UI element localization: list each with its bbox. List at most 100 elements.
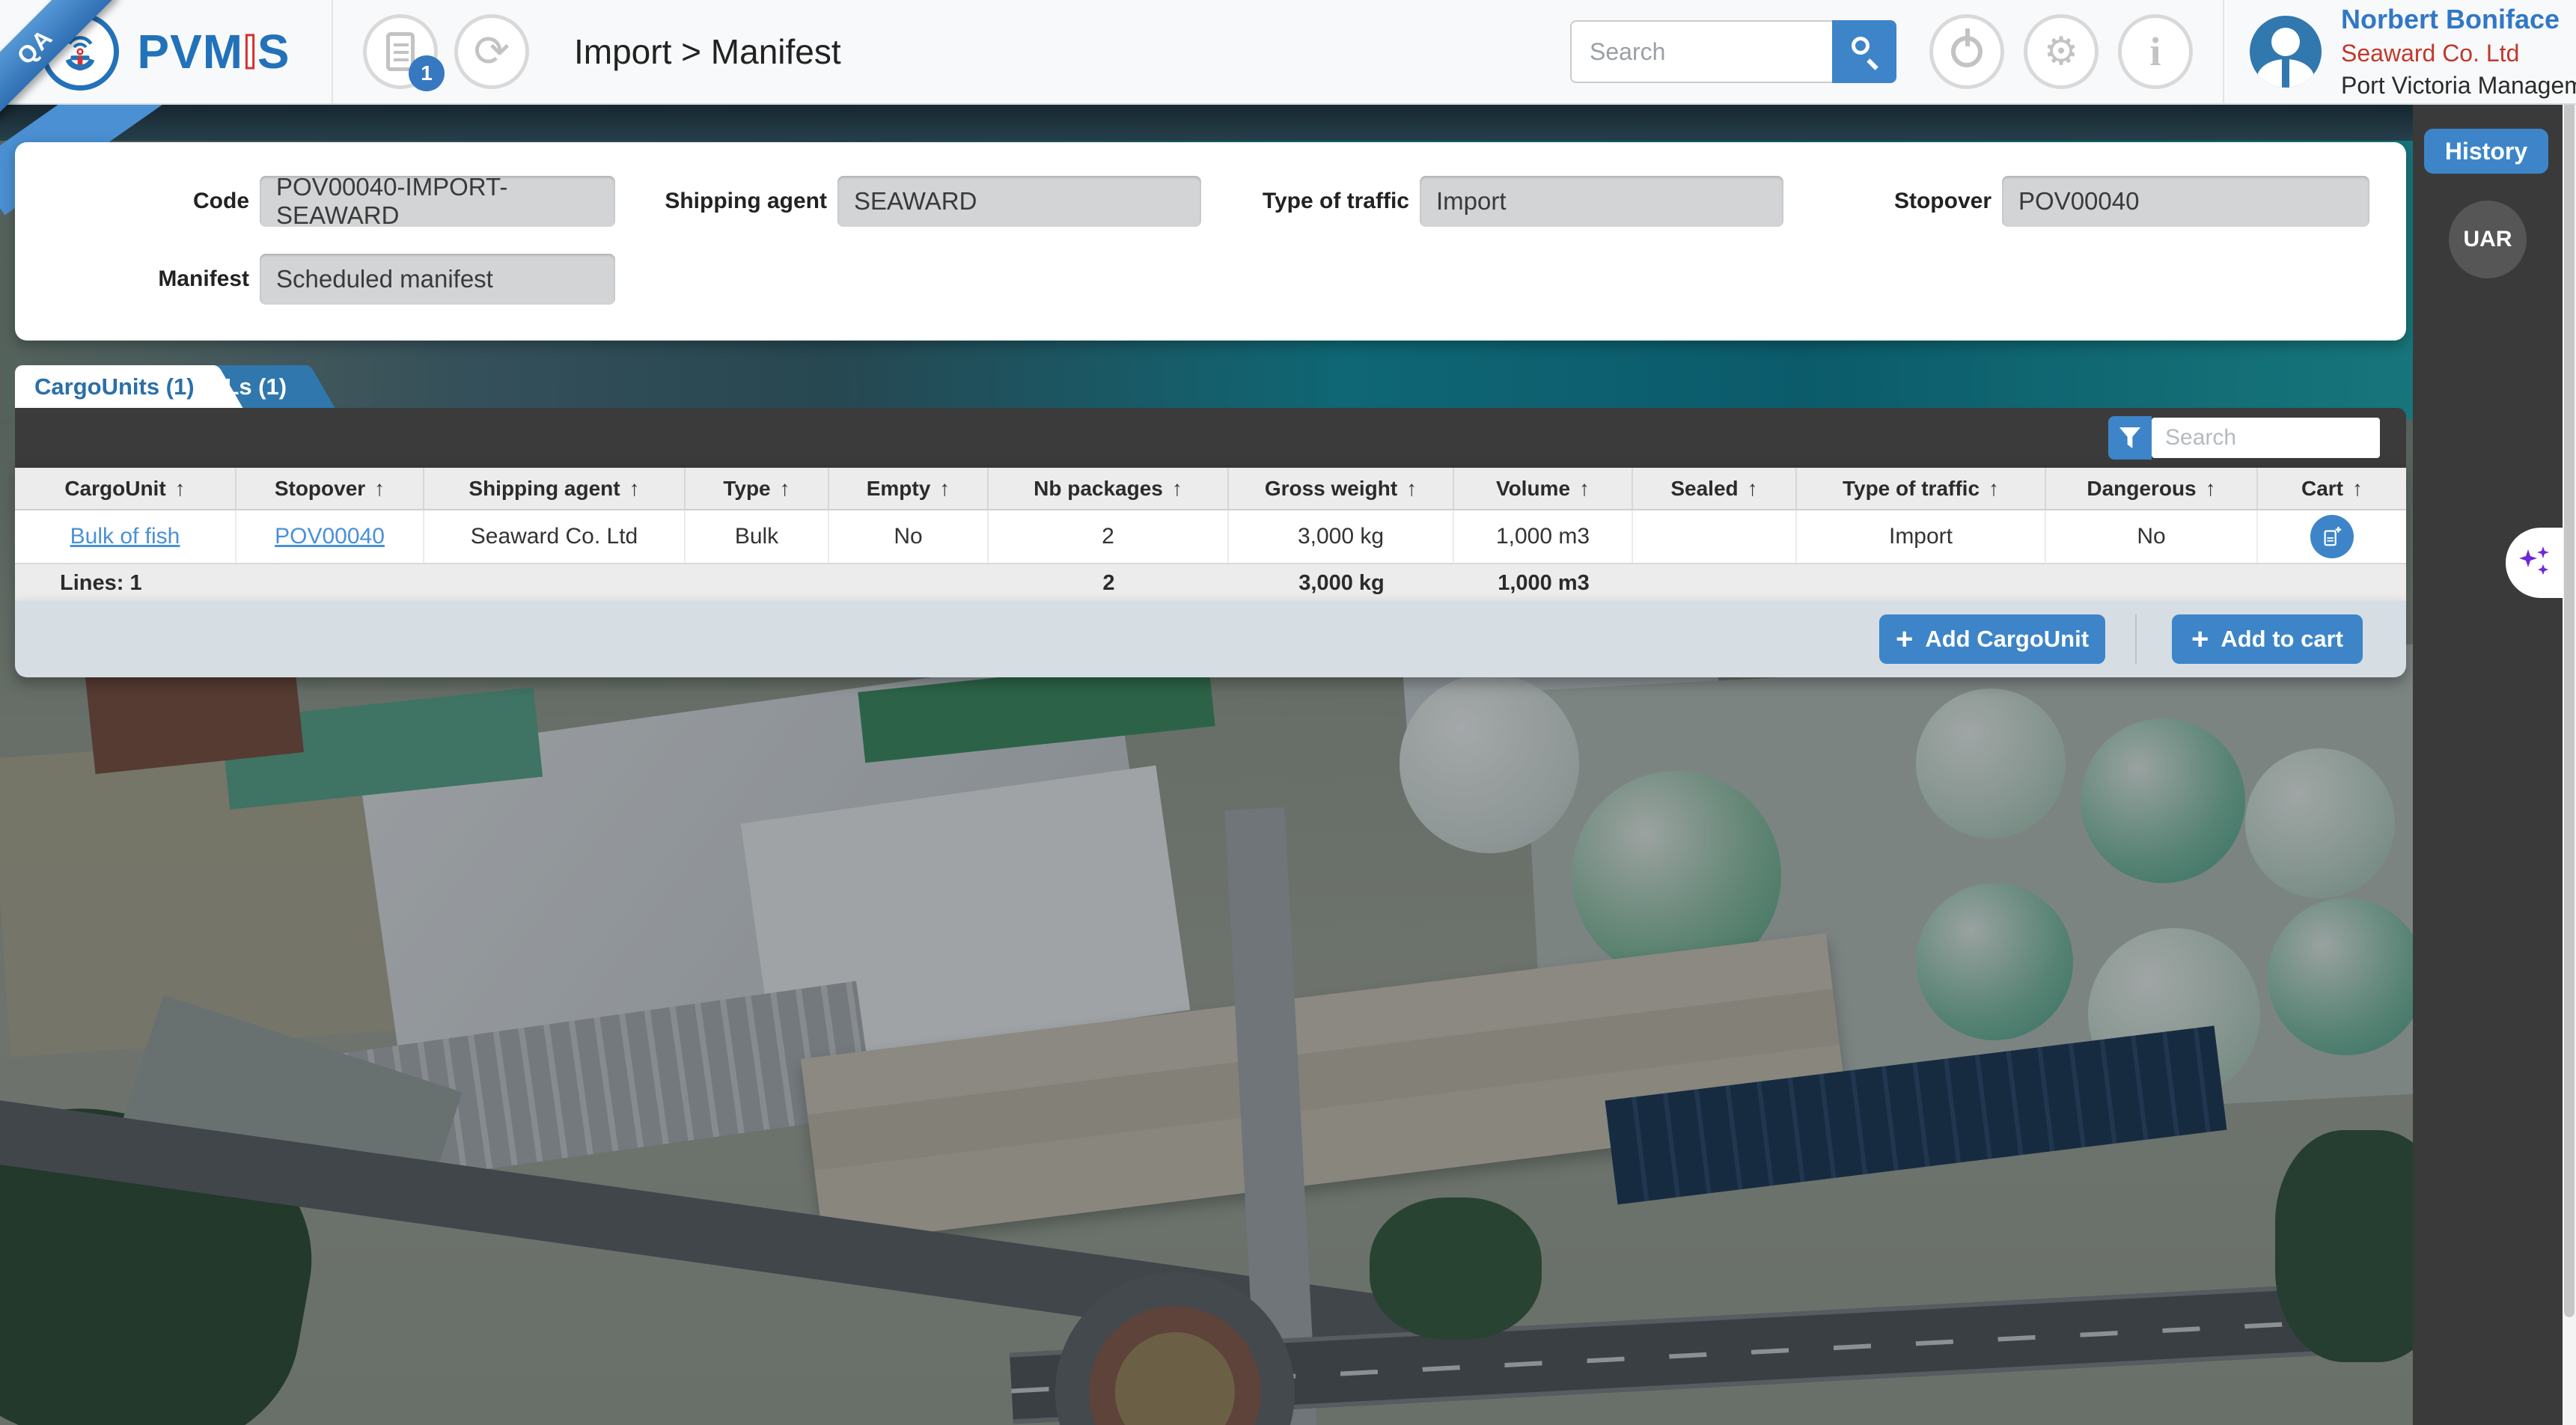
column-header-type-of-traffic[interactable]: Type of traffic ↑ [1797, 468, 2046, 509]
column-label: Cart [2301, 477, 2343, 501]
uar-button[interactable]: UAR [2449, 201, 2527, 278]
sort-asc-icon: ↑ [2352, 477, 2363, 501]
info-button[interactable]: i [2118, 14, 2193, 89]
manifest-documents-button[interactable]: 1 [363, 14, 438, 89]
header-actions: ⚙ i [1929, 14, 2193, 89]
footer-empty-cell [1633, 564, 1797, 602]
avatar-tie [2282, 59, 2289, 88]
column-header-empty[interactable]: Empty ↑ [829, 468, 989, 509]
ai-assistant-button[interactable] [2506, 528, 2563, 598]
user-info: Norbert Boniface Seaward Co. Ltd Port Vi… [2341, 4, 2576, 100]
sort-asc-icon: ↑ [175, 477, 186, 501]
manifest-field[interactable]: Scheduled manifest [260, 254, 615, 305]
brand-i: I [243, 25, 257, 79]
cell-dangerous: No [2046, 510, 2258, 563]
page-title: Import > Manifest [574, 31, 841, 72]
user-avatar-icon [2250, 16, 2322, 88]
table-header-row: CargoUnit↑ Stopover↑ Shipping agent↑ Typ… [15, 468, 2406, 510]
stopover-label: Stopover [1767, 189, 1991, 214]
sort-asc-icon: ↑ [1989, 477, 1999, 501]
shipping-agent-field[interactable]: SEAWARD [837, 176, 1201, 227]
code-label: Code [25, 189, 249, 214]
cell-volume: 1,000 m3 [1454, 510, 1633, 563]
cell-type-of-traffic: Import [1797, 510, 2046, 563]
plus-icon: + [2191, 624, 2209, 654]
info-icon: i [2149, 28, 2161, 75]
app-logo-text: PVMIS [137, 24, 290, 79]
lines-count: Lines: 1 [15, 564, 236, 602]
add-cargounit-button[interactable]: + Add CargoUnit [1879, 614, 2105, 664]
table-action-bar: + Add CargoUnit + Add to cart [15, 601, 2406, 677]
cell-cargounit: Bulk of fish [15, 510, 236, 563]
column-header-cart[interactable]: Cart ↑ [2258, 468, 2406, 509]
table-search-input[interactable] [2152, 418, 2380, 458]
add-to-cart-label: Add to cart [2221, 626, 2343, 653]
sort-asc-icon: ↑ [939, 477, 950, 501]
volume-total: 1,000 m3 [1454, 564, 1633, 602]
shipping-agent-label: Shipping agent [602, 189, 827, 214]
code-field[interactable]: POV00040-IMPORT-SEAWARD [260, 176, 615, 227]
global-search-input[interactable] [1570, 20, 1832, 83]
user-profile[interactable]: Norbert Boniface Seaward Co. Ltd Port Vi… [2224, 4, 2576, 100]
nb-packages-total: 2 [989, 564, 1229, 602]
footer-empty-cell [2046, 564, 2258, 602]
column-header-stopover[interactable]: Stopover↑ [236, 468, 424, 509]
cell-empty: No [829, 510, 989, 563]
cargounits-table: CargoUnit↑ Stopover↑ Shipping agent↑ Typ… [15, 468, 2406, 602]
filter-funnel-icon [2119, 427, 2140, 448]
gross-weight-total: 3,000 kg [1229, 564, 1454, 602]
stopover-link[interactable]: POV00040 [275, 524, 385, 549]
sort-asc-icon: ↑ [780, 477, 790, 501]
notification-badge: 1 [409, 55, 445, 91]
add-row-to-cart-button[interactable] [2310, 515, 2354, 558]
add-to-cart-button[interactable]: + Add to cart [2172, 614, 2363, 664]
global-search-button[interactable] [1832, 20, 1896, 83]
history-button[interactable]: History [2424, 129, 2548, 174]
app-header: PVMIS 1 ⟳ Import > Manifest ⚙ i [0, 0, 2576, 105]
scrollbar-thumb[interactable] [2564, 7, 2575, 1317]
column-label: Stopover [275, 477, 365, 501]
sort-asc-icon: ↑ [1748, 477, 1758, 501]
footer-empty-cell [2258, 564, 2406, 602]
column-header-volume[interactable]: Volume↑ [1454, 468, 1633, 509]
cell-nb-packages: 2 [989, 510, 1229, 563]
column-label: Type of traffic [1843, 477, 1980, 501]
tab-cargounits[interactable]: CargoUnits (1) [15, 365, 214, 408]
column-header-cargounit[interactable]: CargoUnit↑ [15, 468, 236, 509]
column-header-sealed[interactable]: Sealed↑ [1633, 468, 1797, 509]
column-label: Gross weight [1265, 477, 1397, 501]
page-scrollbar[interactable] [2563, 0, 2576, 1425]
brand-s: S [257, 25, 290, 79]
refresh-icon: ⟳ [474, 30, 510, 73]
cell-sealed [1633, 510, 1797, 563]
global-search [1570, 20, 1896, 83]
sort-asc-icon: ↑ [1406, 477, 1417, 501]
action-bar-divider [2135, 614, 2137, 664]
footer-empty-cell [829, 564, 989, 602]
footer-empty-cell [424, 564, 686, 602]
cell-cart [2258, 510, 2406, 563]
column-label: Nb packages [1034, 477, 1163, 501]
settings-button[interactable]: ⚙ [2024, 14, 2099, 89]
column-header-nb-packages[interactable]: Nb packages ↑ [989, 468, 1229, 509]
filter-button[interactable] [2108, 416, 2152, 460]
table-footer-row: Lines: 1 2 3,000 kg 1,000 m3 [15, 564, 2406, 602]
column-header-type[interactable]: Type↑ [686, 468, 829, 509]
logout-button[interactable] [1929, 14, 2004, 89]
document-plus-icon [2321, 525, 2343, 548]
sort-asc-icon: ↑ [1579, 477, 1590, 501]
photo-shape [0, 105, 2576, 141]
column-header-shipping-agent[interactable]: Shipping agent↑ [424, 468, 686, 509]
user-name: Norbert Boniface [2341, 4, 2576, 35]
type-of-traffic-label: Type of traffic [1185, 189, 1409, 214]
column-header-dangerous[interactable]: Dangerous↑ [2046, 468, 2258, 509]
refresh-button[interactable]: ⟳ [454, 14, 529, 89]
sort-asc-icon: ↑ [1172, 477, 1182, 501]
column-header-gross-weight[interactable]: Gross weight ↑ [1229, 468, 1454, 509]
type-of-traffic-field[interactable]: Import [1420, 176, 1783, 227]
stopover-field[interactable]: POV00040 [2002, 176, 2369, 227]
cargounit-link[interactable]: Bulk of fish [70, 524, 180, 549]
cell-stopover: POV00040 [236, 510, 424, 563]
sort-asc-icon: ↑ [629, 477, 640, 501]
column-label: Empty [867, 477, 931, 501]
